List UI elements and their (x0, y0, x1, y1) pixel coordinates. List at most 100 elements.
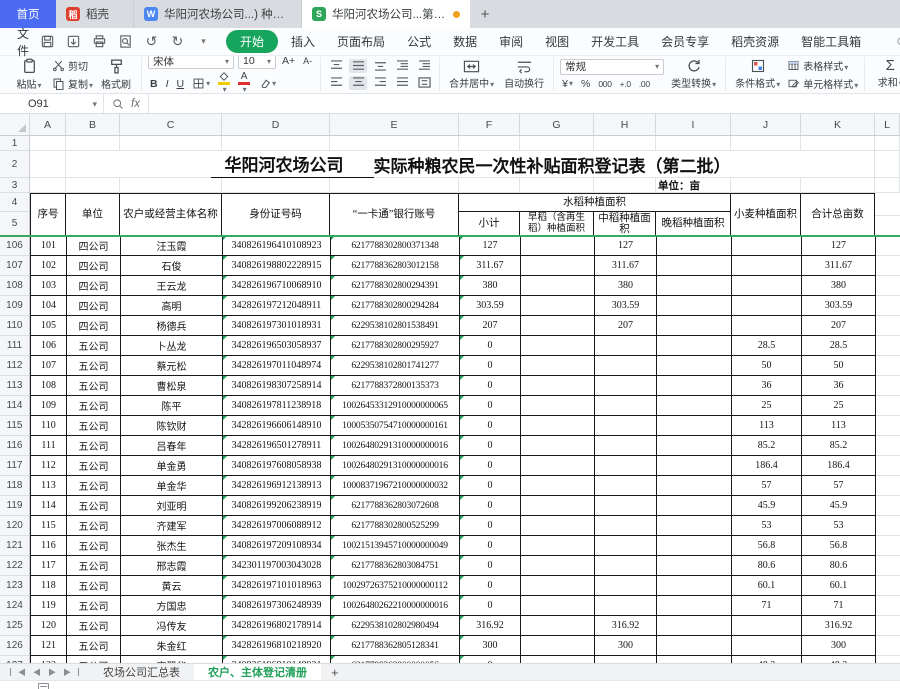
cell-id[interactable]: 340826197209108934 (223, 536, 331, 556)
cell-bank[interactable]: 6217788362800000056 (331, 656, 460, 663)
cell-unit[interactable]: 四公司 (67, 296, 121, 316)
cell-id[interactable]: 340826196410108923 (223, 236, 331, 256)
align-right-button[interactable] (371, 76, 389, 90)
cell-total[interactable]: 48.2 (802, 656, 876, 663)
cell-early-rice[interactable] (521, 256, 595, 276)
header-unit[interactable]: 单位 (66, 194, 120, 236)
menu-item-9[interactable]: 稻壳资源 (722, 30, 788, 53)
cell-total[interactable]: 36 (802, 376, 876, 396)
cell-seq[interactable]: 107 (31, 356, 67, 376)
fill-color-button[interactable] (216, 72, 232, 93)
menu-item-3[interactable]: 公式 (398, 30, 440, 53)
tab-document-sheet[interactable]: S 华阳河农场公司...第二批. 公示) (302, 0, 470, 28)
bold-button[interactable]: B (148, 78, 160, 90)
cell-wheat[interactable] (732, 256, 802, 276)
header-bank[interactable]: “一卡通”银行账号 (330, 194, 459, 236)
row-header[interactable]: 5 (0, 212, 29, 236)
cell-mid-rice[interactable] (595, 356, 657, 376)
cell-bank[interactable]: 6217788362805128341 (331, 636, 460, 656)
cell-total[interactable]: 311.67 (802, 256, 876, 276)
cell[interactable] (330, 178, 459, 193)
cell-total[interactable]: 303.59 (802, 296, 876, 316)
cell[interactable] (731, 178, 801, 193)
cell-mid-rice[interactable] (595, 396, 657, 416)
cell-wheat[interactable]: 56.8 (732, 536, 802, 556)
cell-mid-rice[interactable]: 127 (595, 236, 657, 256)
cell-name[interactable]: 方国忠 (121, 596, 223, 616)
cell-id[interactable]: 340826197301018931 (223, 316, 331, 336)
cell[interactable] (520, 136, 594, 151)
cell-bank[interactable]: 6229538102801741277 (331, 356, 460, 376)
font-name-select[interactable]: 宋体 (148, 56, 235, 69)
cell-name[interactable]: 卜丛龙 (121, 336, 223, 356)
sheet-tab-summary[interactable]: 农场公司汇总表 (89, 664, 194, 680)
cell-unit[interactable]: 五公司 (67, 516, 121, 536)
header-subtotal[interactable]: 小计 (459, 212, 520, 236)
cell-late-rice[interactable] (657, 396, 732, 416)
cell-late-rice[interactable] (657, 496, 732, 516)
cell-rice-subtotal[interactable]: 0 (460, 476, 521, 496)
cell-mid-rice[interactable]: 300 (595, 636, 657, 656)
first-sheet-icon[interactable] (10, 667, 26, 678)
cell-name[interactable]: 张杰生 (121, 536, 223, 556)
sum-button[interactable]: Σ 求和 (871, 58, 900, 89)
header-late-rice[interactable]: 晚稻种植面积 (656, 212, 731, 236)
row-header[interactable]: 121 (0, 536, 29, 556)
cell-late-rice[interactable] (657, 376, 732, 396)
column-header-J[interactable]: J (731, 114, 801, 135)
cell-seq[interactable]: 104 (31, 296, 67, 316)
cell-unit[interactable]: 五公司 (67, 436, 121, 456)
cell-total[interactable]: 85.2 (802, 436, 876, 456)
cell-style-button[interactable]: 单元格样式 (787, 76, 858, 91)
cell-total[interactable]: 56.8 (802, 536, 876, 556)
cell-unit[interactable]: 四公司 (67, 256, 121, 276)
cell-seq[interactable]: 110 (31, 416, 67, 436)
command-search[interactable]: 查找命令、搜索模板 (896, 34, 900, 50)
distributed-button[interactable] (415, 76, 433, 90)
cell[interactable] (656, 136, 731, 151)
cell-rice-subtotal[interactable]: 0 (460, 376, 521, 396)
column-header-I[interactable]: I (656, 114, 731, 135)
export-icon[interactable] (65, 33, 82, 50)
cell-seq[interactable]: 113 (31, 476, 67, 496)
header-early-rice[interactable]: 早稻（含再生稻）种植面积 (520, 212, 594, 236)
cell-early-rice[interactable] (521, 356, 595, 376)
cell-bank[interactable]: 6217788362803012158 (331, 256, 460, 276)
cell-rice-subtotal[interactable]: 0 (460, 416, 521, 436)
cell-mid-rice[interactable] (595, 496, 657, 516)
cell-unit[interactable]: 五公司 (67, 416, 121, 436)
cell-rice-subtotal[interactable]: 0 (460, 356, 521, 376)
column-header-A[interactable]: A (30, 114, 66, 135)
cell-total[interactable]: 25 (802, 396, 876, 416)
align-middle-button[interactable] (349, 58, 368, 73)
cell-late-rice[interactable] (657, 536, 732, 556)
cell[interactable] (222, 136, 330, 151)
cell-mid-rice[interactable] (595, 436, 657, 456)
cell-early-rice[interactable] (521, 476, 595, 496)
cell-early-rice[interactable] (521, 316, 595, 336)
cell-late-rice[interactable] (657, 436, 732, 456)
cell-id[interactable]: 342826196810218920 (223, 636, 331, 656)
cell-mid-rice[interactable]: 311.67 (595, 256, 657, 276)
menu-item-5[interactable]: 审阅 (490, 30, 532, 53)
cell-late-rice[interactable] (657, 476, 732, 496)
conditional-format-button[interactable]: 条件格式 (732, 58, 783, 90)
cell-early-rice[interactable] (521, 496, 595, 516)
cell-wheat[interactable] (732, 636, 802, 656)
cell[interactable] (330, 136, 459, 151)
column-header-L[interactable]: L (875, 114, 900, 135)
tab-docer[interactable]: 稻 稻壳 (56, 0, 134, 28)
cell-late-rice[interactable] (657, 276, 732, 296)
cell-mid-rice[interactable] (595, 476, 657, 496)
cell[interactable] (520, 178, 594, 193)
cell-seq[interactable]: 112 (31, 456, 67, 476)
cell-late-rice[interactable] (657, 296, 732, 316)
select-all-corner[interactable] (0, 114, 30, 135)
row-header[interactable]: 2 (0, 151, 29, 178)
format-painter-button[interactable]: 格式刷 (97, 58, 135, 91)
currency-button[interactable]: ¥ (560, 78, 575, 90)
underline-button[interactable]: U (175, 78, 187, 90)
cell-seq[interactable]: 118 (31, 576, 67, 596)
row-header[interactable]: 108 (0, 276, 29, 296)
cell-unit[interactable]: 五公司 (67, 656, 121, 663)
